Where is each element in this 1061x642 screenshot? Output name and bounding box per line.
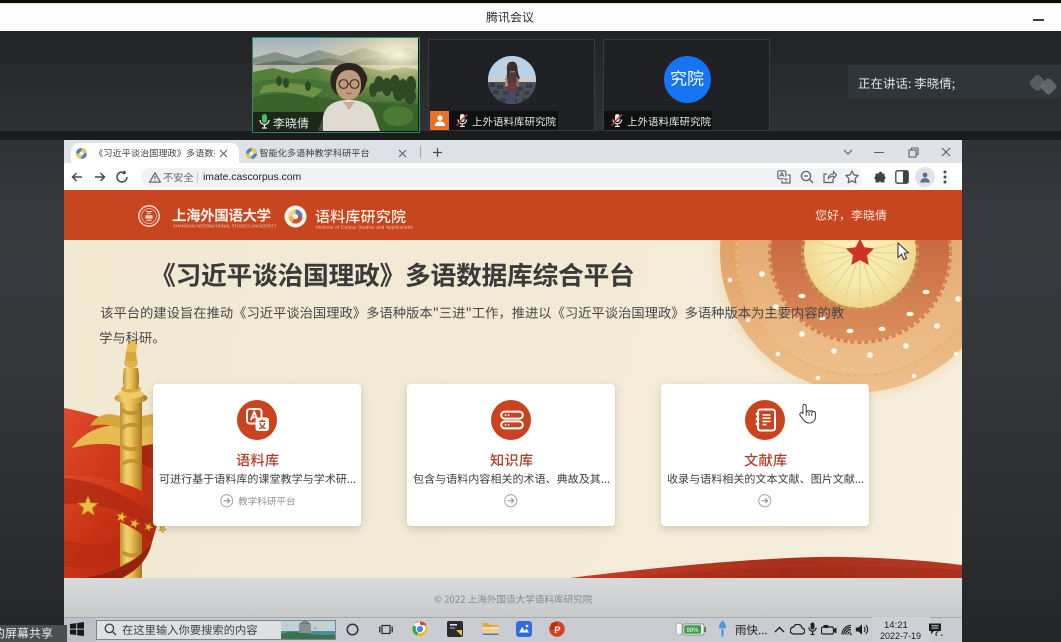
svg-text:98%: 98% — [686, 628, 699, 634]
svg-text:P: P — [554, 625, 561, 636]
